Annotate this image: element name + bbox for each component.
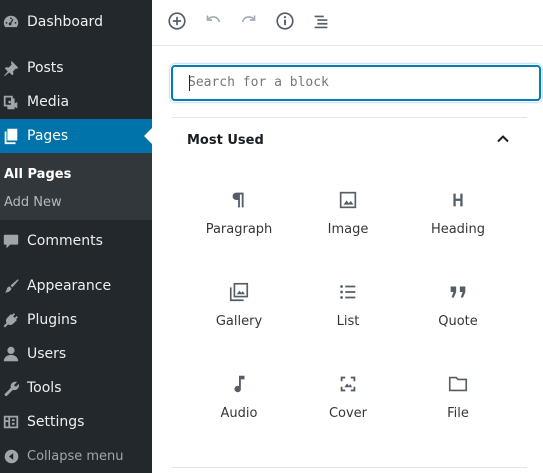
block-paragraph[interactable]: Paragraph <box>184 180 294 260</box>
block-label-image: Image <box>327 222 369 237</box>
image-icon <box>336 188 360 212</box>
collapse-menu-button[interactable]: Collapse menu <box>0 444 152 468</box>
paragraph-icon <box>227 188 251 212</box>
gallery-icon <box>227 280 251 304</box>
block-label-heading: Heading <box>430 222 486 237</box>
current-indicator-arrow <box>144 128 152 144</box>
text-caret <box>189 75 190 91</box>
section-divider-bottom <box>172 467 527 468</box>
dashboard-icon <box>1 12 21 32</box>
admin-sidebar: Dashboard Posts Media Pages All Pages Ad… <box>0 0 152 473</box>
media-icon <box>1 92 21 112</box>
undo-button[interactable] <box>201 11 225 35</box>
search-placeholder: Search for a block <box>188 75 329 90</box>
block-label-gallery: Gallery <box>215 314 263 329</box>
menu-item-users[interactable]: Users <box>0 337 152 371</box>
menu-label-dashboard: Dashboard <box>27 14 103 30</box>
section-divider <box>172 117 527 118</box>
menu-label-users: Users <box>27 346 67 362</box>
brush-icon <box>1 276 21 296</box>
block-list[interactable]: List <box>293 272 403 352</box>
block-inserter-panel: Search for a block Most Used Paragraph I… <box>152 47 543 473</box>
collapse-icon <box>1 446 21 466</box>
comment-icon <box>1 231 21 251</box>
undo-icon <box>202 10 224 37</box>
block-file[interactable]: File <box>403 364 513 444</box>
menu-item-media[interactable]: Media <box>0 85 152 119</box>
pages-submenu: All Pages Add New <box>0 153 152 220</box>
menu-item-pages[interactable]: Pages <box>0 119 152 153</box>
menu-item-posts[interactable]: Posts <box>0 51 152 85</box>
settings-icon <box>1 412 21 432</box>
menu-item-comments[interactable]: Comments <box>0 224 152 258</box>
pushpin-icon <box>1 58 21 78</box>
menu-item-settings[interactable]: Settings <box>0 405 152 439</box>
block-heading[interactable]: Heading <box>403 180 513 260</box>
redo-button[interactable] <box>237 11 261 35</box>
block-navigation-button[interactable] <box>309 11 333 35</box>
block-label-file: File <box>447 406 469 421</box>
redo-icon <box>238 10 260 37</box>
heading-icon <box>446 188 470 212</box>
user-icon <box>1 344 21 364</box>
wrench-icon <box>1 378 21 398</box>
block-label-quote: Quote <box>438 314 478 329</box>
block-label-paragraph: Paragraph <box>205 222 273 237</box>
file-icon <box>446 372 470 396</box>
pages-icon <box>1 126 21 146</box>
outline-icon <box>310 10 332 37</box>
quote-icon <box>446 280 470 304</box>
menu-item-dashboard[interactable]: Dashboard <box>0 5 152 39</box>
add-block-icon <box>166 10 188 37</box>
menu-label-pages: Pages <box>27 128 69 144</box>
menu-label-appearance: Appearance <box>27 278 112 294</box>
block-search-input[interactable]: Search for a block <box>171 65 541 101</box>
block-label-audio: Audio <box>220 406 258 421</box>
menu-item-appearance[interactable]: Appearance <box>0 269 152 303</box>
cover-icon <box>336 372 360 396</box>
menu-label-posts: Posts <box>27 60 64 76</box>
plugin-icon <box>1 310 21 330</box>
menu-item-plugins[interactable]: Plugins <box>0 303 152 337</box>
menu-label-settings: Settings <box>27 414 85 430</box>
add-block-button[interactable] <box>165 11 189 35</box>
audio-icon <box>227 372 251 396</box>
menu-item-tools[interactable]: Tools <box>0 371 152 405</box>
menu-label-comments: Comments <box>27 233 103 249</box>
submenu-all-pages[interactable]: All Pages <box>4 167 71 182</box>
collapse-label: Collapse menu <box>27 448 124 464</box>
menu-label-tools: Tools <box>27 380 62 396</box>
info-icon <box>274 10 296 37</box>
editor-toolbar <box>152 0 543 46</box>
block-image[interactable]: Image <box>293 180 403 260</box>
list-icon <box>336 280 360 304</box>
block-audio[interactable]: Audio <box>184 364 294 444</box>
block-label-cover: Cover <box>328 406 368 421</box>
block-gallery[interactable]: Gallery <box>184 272 294 352</box>
chevron-up-icon <box>495 131 511 152</box>
block-quote[interactable]: Quote <box>403 272 513 352</box>
submenu-add-new[interactable]: Add New <box>4 195 62 210</box>
menu-label-plugins: Plugins <box>27 312 78 328</box>
content-info-button[interactable] <box>273 11 297 35</box>
block-label-list: List <box>336 314 360 329</box>
section-title-most-used[interactable]: Most Used <box>187 133 517 153</box>
block-cover[interactable]: Cover <box>293 364 403 444</box>
menu-label-media: Media <box>27 94 70 110</box>
collapse-section-button[interactable] <box>495 133 511 149</box>
